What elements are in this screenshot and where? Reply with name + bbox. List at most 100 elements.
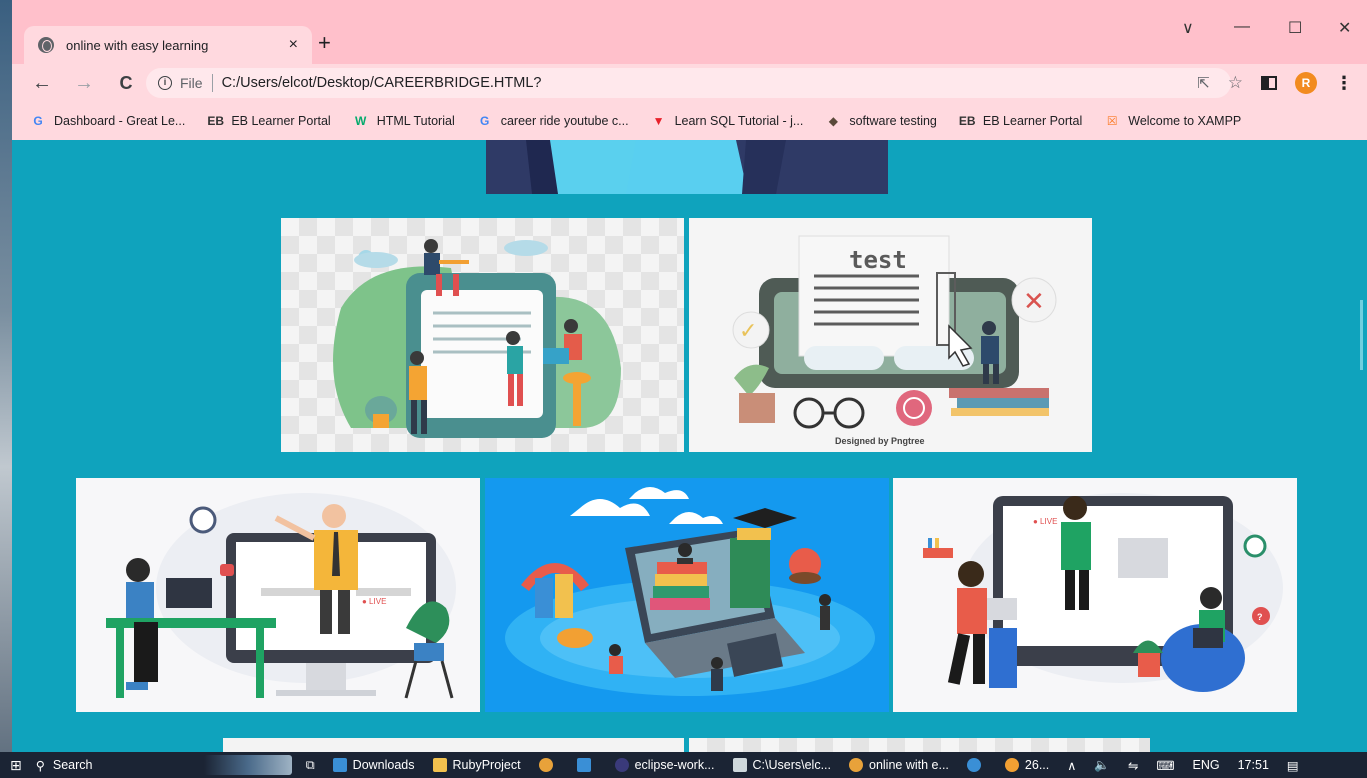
maximize-button[interactable]: ☐ (1288, 18, 1302, 38)
taskbar-search[interactable]: ⚲ Search (36, 758, 186, 773)
toolbar: ← → C i File C:/Users/elcot/Desktop/CARE… (12, 64, 1367, 102)
page-content: test ✕ ✓ Designed by Pngtree ● LIVE ● LI… (12, 140, 1367, 752)
tray-chevron-icon[interactable]: ∧ (1067, 758, 1076, 773)
top-banner-image (486, 140, 888, 194)
language-indicator[interactable]: ENG (1193, 758, 1220, 772)
menu-kebab-icon[interactable]: ⋮ (1335, 73, 1353, 94)
online-meeting-image: ● LIVE ? (893, 478, 1297, 712)
designed-by-caption: Designed by Pngtree (835, 436, 925, 446)
file-label: File (180, 75, 203, 91)
bookmark-item[interactable]: W HTML Tutorial (353, 113, 455, 129)
mail-icon[interactable] (576, 758, 597, 772)
taskbar-item-chrome-window[interactable]: online with e... (849, 758, 949, 772)
taskbar-item-notepad[interactable]: C:\Users\elc... (732, 758, 832, 772)
task-view-icon[interactable]: ⧉ (306, 758, 315, 773)
notepad-icon (732, 758, 747, 772)
bookmark-favicon-icon: W (355, 114, 367, 128)
live-badge: ● LIVE (362, 597, 386, 606)
test-illustration-image: test ✕ ✓ Designed by Pngtree (689, 218, 1092, 452)
bookmark-favicon-icon: G (33, 114, 43, 128)
learning-illustration-image (281, 218, 684, 452)
weather-icon (1004, 758, 1019, 772)
minimize-button[interactable]: — (1234, 18, 1250, 36)
online-teaching-image: ● LIVE (76, 478, 480, 712)
close-window-button[interactable]: ✕ (1338, 18, 1351, 38)
bookmark-item[interactable]: G Dashboard - Great Le... (30, 113, 185, 129)
url-divider (211, 74, 213, 92)
bookmark-favicon-icon: ☒ (1106, 114, 1118, 128)
forward-arrow-icon[interactable]: → (72, 72, 96, 95)
browser-window: online with easy learning × + ∨ — ☐ ✕ ← … (12, 0, 1367, 752)
taskbar-item-label: C:\Users\elc... (752, 758, 832, 772)
clock[interactable]: 17:51 (1238, 758, 1269, 772)
volume-icon[interactable]: 🔈 (1094, 758, 1110, 773)
toolbar-actions: ⇱ ☆ R ⋮ (1197, 72, 1353, 94)
help-icon[interactable] (966, 758, 987, 772)
bookmark-favicon-icon: G (480, 114, 490, 128)
taskbar-widget-thumbnail (203, 755, 292, 775)
live-badge-meeting: ● LIVE (1033, 517, 1057, 526)
taskbar-item-rubyproject[interactable]: RubyProject (432, 758, 521, 772)
svg-text:✓: ✓ (739, 318, 757, 343)
taskbar-item-label: RubyProject (452, 758, 521, 772)
eclipse-icon (614, 758, 629, 772)
network-icon[interactable]: ⇋ (1128, 758, 1138, 773)
bookmark-favicon-icon: EB (958, 114, 976, 128)
taskbar-item-label: eclipse-work... (634, 758, 715, 772)
tab-close-icon[interactable]: × (289, 36, 298, 54)
bookmark-item[interactable]: Gcareer ride youtube c... (477, 113, 629, 129)
bookmark-item[interactable]: ◆ software testing (825, 113, 937, 129)
bookmark-item[interactable]: EB EB Learner Portal (959, 113, 1082, 129)
bottom-image-left (223, 738, 684, 752)
chrome-icon[interactable] (538, 758, 559, 772)
taskbar-item-downloads[interactable]: Downloads (332, 758, 415, 772)
bookmark-label: Dashboard - Great Le... (54, 114, 186, 128)
tab-strip: online with easy learning × + ∨ — ☐ ✕ (12, 0, 1367, 64)
info-icon[interactable]: i (158, 76, 172, 90)
bookmark-label: EB Learner Portal (982, 114, 1083, 128)
bookmark-label: Welcome to XAMPP (1128, 114, 1242, 128)
bookmark-favicon-icon: ◆ (828, 114, 838, 128)
tab-search-icon[interactable]: ∨ (1182, 18, 1194, 38)
folder-icon (432, 758, 447, 772)
bookmark-label: HTML Tutorial (376, 114, 455, 128)
back-arrow-icon[interactable]: ← (30, 72, 54, 95)
reload-icon[interactable]: C (114, 73, 138, 94)
taskbar-item-eclipse[interactable]: eclipse-work... (614, 758, 715, 772)
bookmark-label: software testing (849, 114, 937, 128)
taskbar-item-label: online with e... (869, 758, 949, 772)
keyboard-icon[interactable]: ⌨ (1156, 758, 1174, 773)
bookmarks-bar: G Dashboard - Great Le... EB EB Learner Por… (12, 102, 1367, 140)
url-text[interactable]: C:/Users/elcot/Desktop/CAREERBRIDGE.HTML… (222, 75, 542, 91)
bookmark-favicon-icon: EB (207, 114, 224, 128)
weather-widget[interactable]: 26... (1004, 758, 1050, 772)
address-bar[interactable]: i File C:/Users/elcot/Desktop/CAREERBRID… (146, 68, 1231, 98)
bookmark-label: EB Learner Portal (231, 114, 331, 128)
desktop-background (0, 0, 12, 778)
taskbar-search-label: Search (52, 758, 93, 772)
notifications-icon[interactable]: ▤ (1287, 758, 1299, 773)
avatar[interactable]: R (1295, 72, 1317, 94)
bookmark-item[interactable]: EB EB Learner Portal (207, 113, 330, 129)
bookmark-item[interactable]: ☒ Welcome to XAMPP (1104, 113, 1241, 129)
scrollbar-thumb[interactable] (1360, 300, 1363, 370)
bottom-image-right (689, 738, 1150, 752)
laptop-books-image (485, 478, 889, 712)
share-icon[interactable]: ⇱ (1197, 74, 1210, 92)
test-word: test (849, 246, 907, 274)
bookmark-favicon-icon: ▼ (652, 114, 665, 128)
chrome-window-icon (849, 758, 863, 772)
taskbar: ⊞ ⚲ Search ⧉ Downloads RubyProject eclip… (0, 752, 1367, 778)
star-icon[interactable]: ☆ (1228, 73, 1243, 93)
tab-active[interactable]: online with easy learning × (24, 26, 312, 64)
tab-title: online with easy learning (66, 37, 209, 53)
new-tab-button[interactable]: + (318, 30, 331, 56)
svg-text:✕: ✕ (1023, 286, 1045, 316)
bookmark-item[interactable]: ▼ Learn SQL Tutorial - j... (651, 113, 804, 129)
weather-text: 26... (1024, 758, 1050, 772)
svg-text:?: ? (1257, 612, 1263, 622)
windows-start-icon[interactable]: ⊞ (10, 757, 22, 774)
side-panel-icon[interactable] (1261, 76, 1277, 90)
bookmark-label: career ride youtube c... (500, 114, 629, 128)
taskbar-item-label: Downloads (352, 758, 415, 772)
